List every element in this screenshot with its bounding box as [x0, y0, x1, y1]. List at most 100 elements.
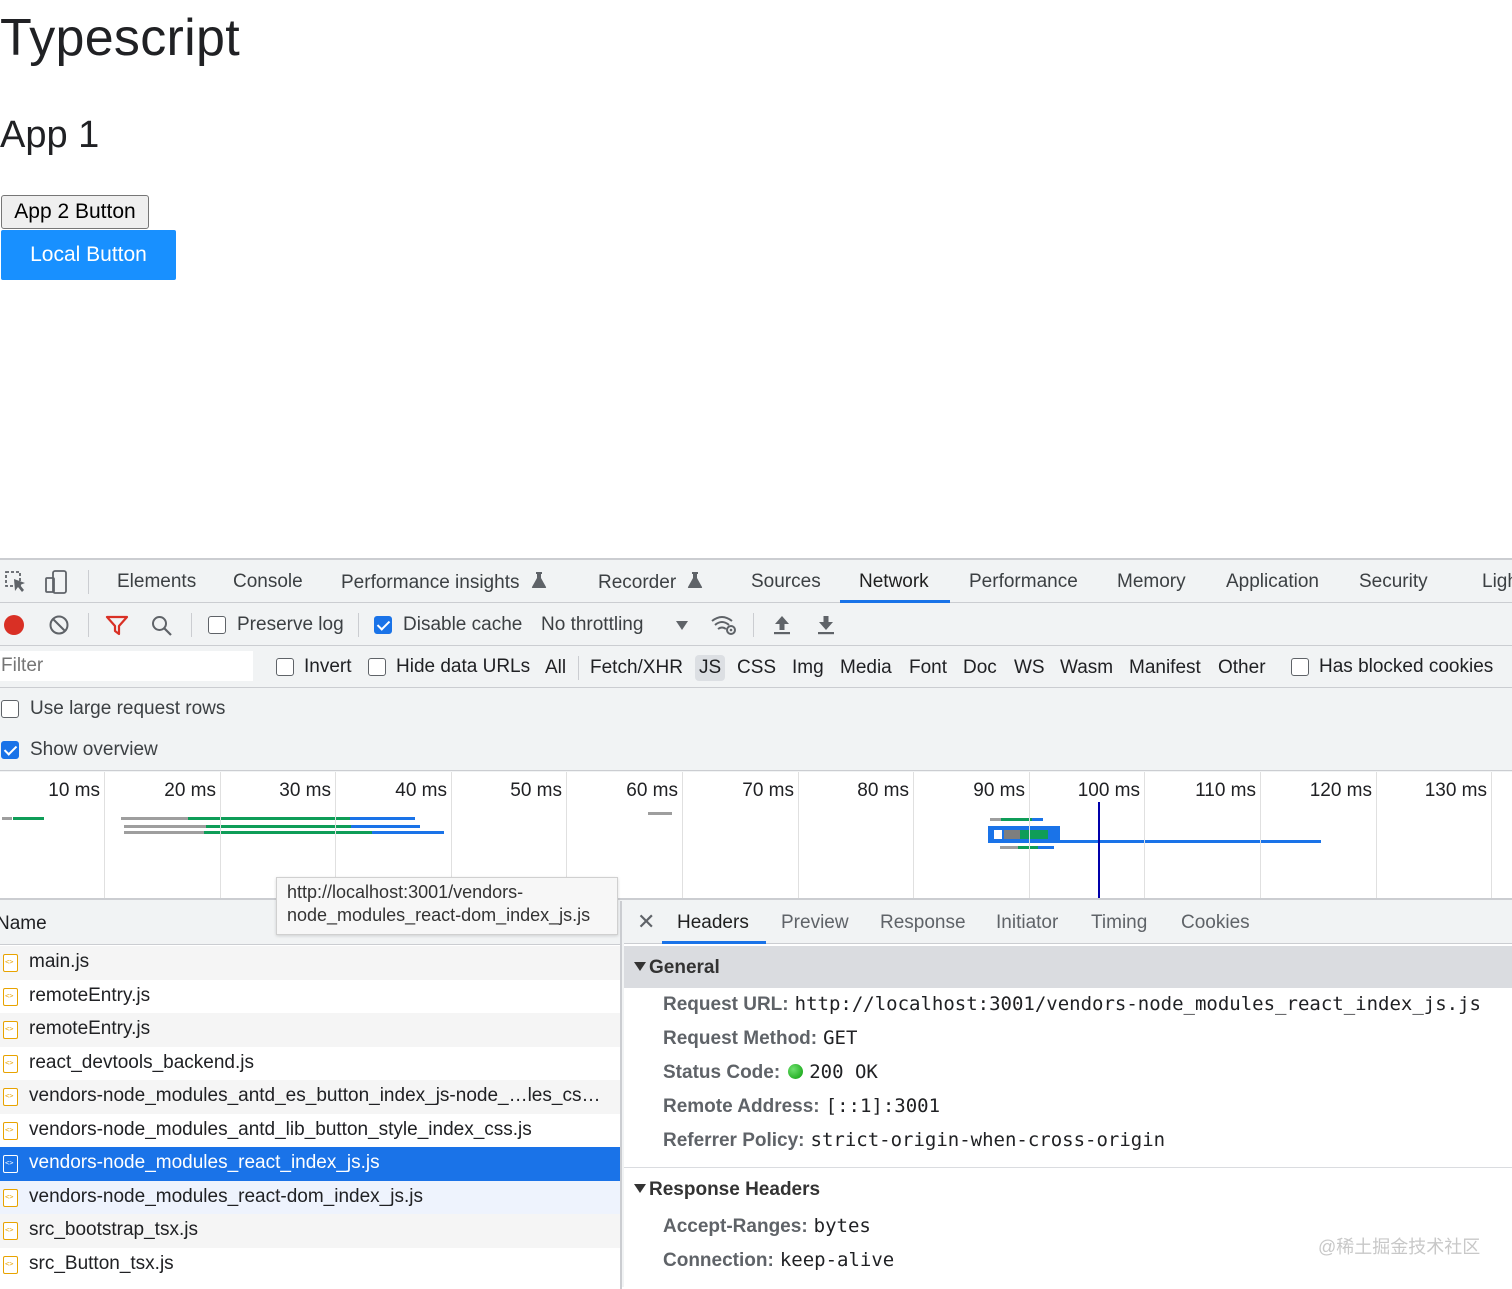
tab-console[interactable]: Console	[233, 571, 303, 593]
large-rows-checkbox[interactable]	[1, 700, 19, 718]
tab-performance-insights[interactable]: Performance insights	[341, 571, 547, 594]
request-url-label: Request URL:	[663, 994, 789, 1015]
type-filter-fetch-xhr[interactable]: Fetch/XHR	[586, 655, 687, 681]
request-row[interactable]: remoteEntry.js	[0, 979, 620, 1013]
url-tooltip: http://localhost:3001/vendors- node_modu…	[276, 877, 618, 935]
tab-security[interactable]: Security	[1359, 571, 1428, 593]
filter-icon[interactable]	[105, 615, 129, 642]
request-row-selected[interactable]: vendors-node_modules_react_index_js.js	[0, 1147, 620, 1181]
request-name: remoteEntry.js	[29, 984, 151, 1006]
status-code-value: 200 OK	[809, 1061, 878, 1083]
show-overview-checkbox[interactable]	[1, 741, 19, 759]
request-row[interactable]: remoteEntry.js	[0, 1013, 620, 1047]
tab-sources[interactable]: Sources	[751, 571, 821, 593]
invert-checkbox[interactable]	[276, 658, 294, 676]
tab-response[interactable]: Response	[880, 912, 966, 934]
tab-elements[interactable]: Elements	[117, 571, 196, 593]
tab-recorder[interactable]: Recorder	[598, 571, 703, 594]
tab-lighthouse[interactable]: Ligh	[1482, 571, 1512, 593]
record-icon[interactable]	[4, 615, 24, 635]
referrer-policy-row: Referrer Policy: strict-origin-when-cross…	[663, 1129, 1165, 1152]
import-har-icon[interactable]	[772, 614, 792, 641]
overview-bar	[994, 830, 1002, 839]
filter-input[interactable]	[0, 651, 253, 681]
status-ok-icon	[788, 1064, 804, 1079]
export-har-icon[interactable]	[816, 614, 836, 641]
connection-label: Connection:	[663, 1250, 774, 1271]
throttling-select[interactable]: No throttling	[541, 614, 643, 636]
type-filter-js[interactable]: JS	[695, 655, 726, 681]
general-section-header[interactable]: General	[624, 946, 1512, 988]
type-filter-media[interactable]: Media	[836, 655, 896, 681]
close-icon[interactable]: ✕	[637, 909, 655, 935]
tab-performance[interactable]: Performance	[969, 571, 1078, 593]
accept-ranges-label: Accept-Ranges:	[663, 1216, 808, 1237]
request-row[interactable]: react_devtools_backend.js	[0, 1046, 620, 1080]
overview-gridline	[1029, 772, 1030, 898]
search-icon[interactable]	[150, 614, 174, 643]
tab-network[interactable]: Network	[859, 571, 929, 593]
connection-value: keep-alive	[779, 1249, 895, 1271]
request-row[interactable]: vendors-node_modules_antd_es_button_inde…	[0, 1080, 620, 1114]
inspect-element-icon[interactable]	[4, 570, 28, 599]
overview-tick-label: 90 ms	[973, 780, 1025, 801]
tab-initiator[interactable]: Initiator	[996, 912, 1058, 934]
page-title: Typescript	[0, 9, 240, 67]
preserve-log-checkbox[interactable]	[208, 616, 226, 634]
type-filter-css[interactable]: CSS	[733, 655, 780, 681]
overview-bar	[648, 812, 672, 815]
overview-tick-label: 60 ms	[626, 780, 678, 801]
overview-bar	[372, 831, 444, 834]
tab-application[interactable]: Application	[1226, 571, 1319, 593]
app2-button[interactable]: App 2 Button	[1, 195, 149, 229]
local-button[interactable]: Local Button	[1, 230, 176, 280]
request-row[interactable]: vendors-node_modules_react-dom_index_js.…	[0, 1180, 620, 1214]
tab-headers[interactable]: Headers	[677, 912, 749, 934]
type-filter-img[interactable]: Img	[788, 655, 828, 681]
response-headers-section-header[interactable]: Response Headers	[624, 1168, 1512, 1210]
overview-tick-label: 110 ms	[1195, 780, 1256, 801]
has-blocked-cookies-checkbox[interactable]	[1291, 658, 1309, 676]
type-filter-ws[interactable]: WS	[1010, 655, 1049, 681]
type-filter-other[interactable]: Other	[1214, 655, 1270, 681]
throttling-dropdown-icon[interactable]	[676, 621, 688, 630]
type-filter-doc[interactable]: Doc	[959, 655, 1001, 681]
name-column-label: Name	[0, 913, 47, 934]
type-filter-all[interactable]: All	[541, 655, 570, 681]
overview-tick-label: 70 ms	[742, 780, 794, 801]
script-file-icon	[3, 987, 18, 1006]
response-headers-title: Response Headers	[649, 1179, 821, 1200]
tab-preview[interactable]: Preview	[781, 912, 849, 934]
tab-memory[interactable]: Memory	[1117, 571, 1186, 593]
tab-cookies[interactable]: Cookies	[1181, 912, 1250, 934]
overview-bar	[990, 818, 1001, 821]
network-overview[interactable]: 10 ms 20 ms 30 ms 40 ms 50 ms 60 ms 70 ms 80 ms…	[0, 772, 1512, 900]
device-toolbar-icon[interactable]	[44, 569, 70, 600]
request-name: react_devtools_backend.js	[29, 1051, 254, 1073]
request-row[interactable]: src_bootstrap_tsx.js	[0, 1214, 620, 1248]
request-row[interactable]: vendors-node_modules_antd_lib_button_sty…	[0, 1113, 620, 1147]
overview-bar	[350, 817, 415, 820]
script-file-icon	[3, 1255, 18, 1274]
hide-data-urls-label: Hide data URLs	[396, 656, 531, 677]
overview-gridline	[1260, 772, 1261, 898]
tab-timing[interactable]: Timing	[1091, 912, 1147, 934]
type-filter-wasm[interactable]: Wasm	[1056, 655, 1117, 681]
script-file-icon	[3, 954, 18, 972]
type-filter-font[interactable]: Font	[905, 655, 951, 681]
tooltip-line: http://localhost:3001/vendors-	[287, 882, 524, 902]
overview-bar	[1032, 818, 1043, 821]
hide-data-urls-checkbox[interactable]	[368, 658, 386, 676]
clear-icon[interactable]	[48, 614, 70, 641]
remote-address-row: Remote Address: [::1]:3001	[663, 1095, 940, 1118]
type-filter-manifest[interactable]: Manifest	[1125, 655, 1205, 681]
disable-cache-checkbox[interactable]	[374, 616, 392, 634]
request-row[interactable]: main.js	[0, 946, 620, 980]
script-file-icon	[3, 1054, 18, 1073]
request-name: vendors-node_modules_react-dom_index_js.…	[29, 1185, 423, 1207]
request-row[interactable]: src_Button_tsx.js	[0, 1247, 620, 1281]
overview-tick-label: 120 ms	[1309, 780, 1372, 801]
network-conditions-icon[interactable]	[710, 613, 738, 642]
devtools-tab-bar: Elements Console Performance insights Re…	[0, 560, 1512, 603]
overview-bar	[121, 817, 188, 820]
